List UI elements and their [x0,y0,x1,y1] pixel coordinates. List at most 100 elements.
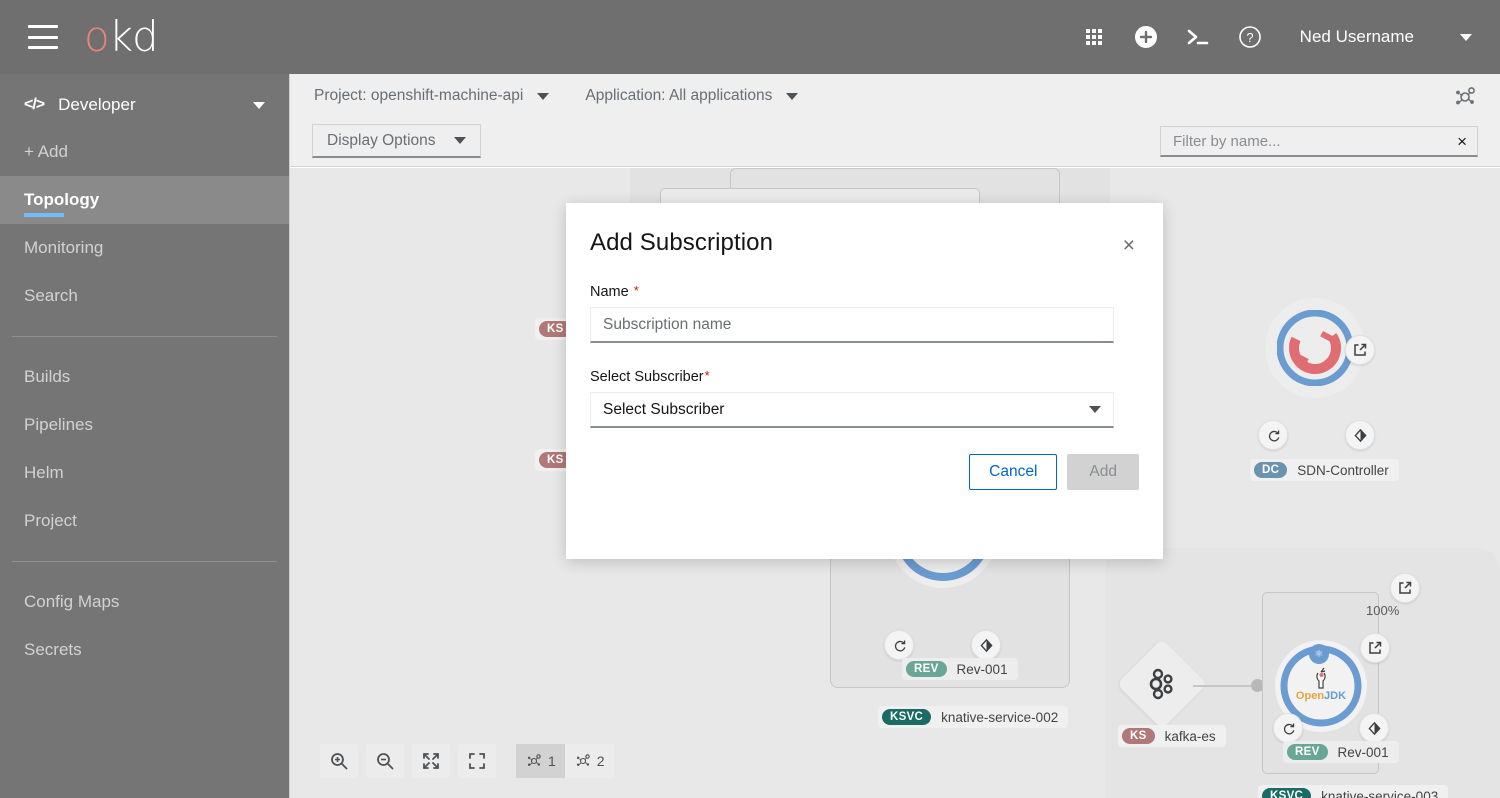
sidebar-item-label: Project [24,511,77,530]
cancel-button[interactable]: Cancel [969,454,1058,490]
zoom-out-button[interactable] [366,744,404,778]
project-selector[interactable]: Project: openshift-machine-api [314,87,550,105]
sidebar-item-label: Topology [24,190,100,209]
hamburger-icon[interactable] [28,25,58,49]
sidebar-item-project[interactable]: Project [0,497,289,545]
svg-text:?: ? [1246,30,1253,45]
kafka-icon [1149,668,1173,700]
okd-logo[interactable]: o kd [84,12,159,61]
node-label-knative-service-003[interactable]: KSVC knative-service-003 [1258,785,1449,798]
node-label-kafka-es[interactable]: KS kafka-es [1118,725,1226,747]
logo-letters-kd: kd [108,12,159,61]
openjdk-text-open: Open [1295,690,1325,702]
sidebar-item-topology[interactable]: Topology [0,176,289,224]
refresh-icon[interactable] [1273,713,1303,743]
name-label: Name [590,284,629,300]
node-label-revision-003[interactable]: REV Rev-001 [1283,741,1399,763]
revision-name-label: Rev-001 [956,661,1008,677]
openshift-logo [1277,310,1353,386]
subscriber-select[interactable]: Select Subscriber [590,392,1114,428]
knative-badge-icon: ⚛ [1309,644,1329,664]
sidebar-item-builds[interactable]: Builds [0,353,289,401]
build-icon[interactable] [1359,713,1389,743]
sidebar-item-helm[interactable]: Helm [0,449,289,497]
external-link-icon[interactable] [1345,335,1375,365]
add-subscription-modal: Add Subscription × Name * Subscription n… [566,203,1163,559]
layout-toggle-group: 1 2 [516,744,614,778]
fit-to-screen-button[interactable] [412,744,450,778]
sidebar-item-label: Search [24,286,78,305]
sidebar: </> Developer + Add Topology Monitoring … [0,74,290,798]
zoom-in-button[interactable] [320,744,358,778]
sidebar-item-secrets[interactable]: Secrets [0,626,289,674]
layout-2-button[interactable]: 2 [564,744,614,778]
badge-dc: DC [1254,462,1288,478]
refresh-icon[interactable] [1258,420,1288,450]
sidebar-divider [12,561,277,562]
selector-row: Project: openshift-machine-api Applicati… [290,74,1500,118]
traffic-percentage-003: 100% [1366,603,1400,618]
node-name-label: knative-service-003 [1321,788,1439,798]
chevron-down-icon [253,101,265,109]
openjdk-logo: OpenJDK [1275,660,1367,702]
project-selector-label: Project: openshift-machine-api [314,87,524,104]
help-icon[interactable]: ? [1224,0,1276,74]
sidebar-item-label: Builds [24,367,71,386]
chevron-down-icon [453,137,466,144]
refresh-icon[interactable] [884,630,914,660]
modal-header: Add Subscription × [566,203,1163,258]
modal-footer: Cancel Add [566,454,1163,490]
sidebar-divider [12,336,277,337]
sidebar-item-monitoring[interactable]: Monitoring [0,224,289,272]
display-options-button[interactable]: Display Options [312,124,481,158]
badge-rev: REV [1287,744,1328,760]
close-icon[interactable]: × [1119,233,1139,258]
topology-graph-icon[interactable] [1452,84,1478,110]
chevron-down-icon [1460,33,1472,41]
node-label-knative-service-002[interactable]: KSVC knative-service-002 [878,706,1069,728]
application-selector-label: Application: All applications [585,87,773,104]
perspective-switcher[interactable]: </> Developer [0,82,289,128]
sidebar-item-search[interactable]: Search [0,272,289,320]
terminal-icon[interactable] [1172,0,1224,74]
close-icon[interactable]: × [1457,133,1467,150]
badge-rev: REV [906,661,947,677]
username-label: Ned Username [1299,27,1414,46]
reset-view-button[interactable] [458,744,496,778]
application-launcher-icon[interactable] [1068,0,1120,74]
build-icon[interactable] [1345,420,1375,450]
application-selector[interactable]: Application: All applications [585,87,799,105]
name-form-group: Name * Subscription name [590,284,1139,343]
sidebar-item-add[interactable]: + Add [0,128,289,176]
modal-body: Name * Subscription name Select Subscrib… [566,258,1163,428]
node-name-label: kafka-es [1164,728,1216,744]
masthead-actions: ? Ned Username [1068,0,1500,74]
badge-ksvc: KSVC [882,709,932,725]
topology-toolbar: Project: openshift-machine-api Applicati… [290,74,1500,167]
badge-ks: KS [1122,728,1155,744]
name-input[interactable]: Subscription name [590,307,1114,343]
sidebar-item-label: Pipelines [24,415,93,434]
add-circle-icon[interactable] [1120,0,1172,74]
node-label-revision-002[interactable]: REV Rev-001 [902,658,1018,680]
node-name-label: SDN-Controller [1297,462,1389,478]
user-menu[interactable]: Ned Username [1300,27,1478,47]
subscriber-label: Select Subscriber [590,369,704,385]
add-button: Add [1067,454,1139,490]
sidebar-item-label: Config Maps [24,592,120,611]
layout-1-button[interactable]: 1 [516,744,565,778]
perspective-label: Developer [58,95,136,114]
name-label-row: Name * [590,284,1139,300]
sidebar-item-config-maps[interactable]: Config Maps [0,578,289,626]
node-label-sdn-controller[interactable]: DC SDN-Controller [1250,459,1399,481]
external-link-icon[interactable] [1360,633,1390,663]
subscriber-label-row: Select Subscriber * [590,369,1139,385]
external-link-icon[interactable] [1390,573,1420,603]
subscriber-form-group: Select Subscriber * Select Subscriber [590,369,1139,428]
filter-input[interactable]: Filter by name... × [1160,126,1478,157]
openjdk-text-jdk: JDK [1324,690,1347,702]
node-name-label: knative-service-002 [941,709,1059,725]
sidebar-item-pipelines[interactable]: Pipelines [0,401,289,449]
chevron-down-icon [1089,406,1101,413]
build-icon[interactable] [971,630,1001,660]
